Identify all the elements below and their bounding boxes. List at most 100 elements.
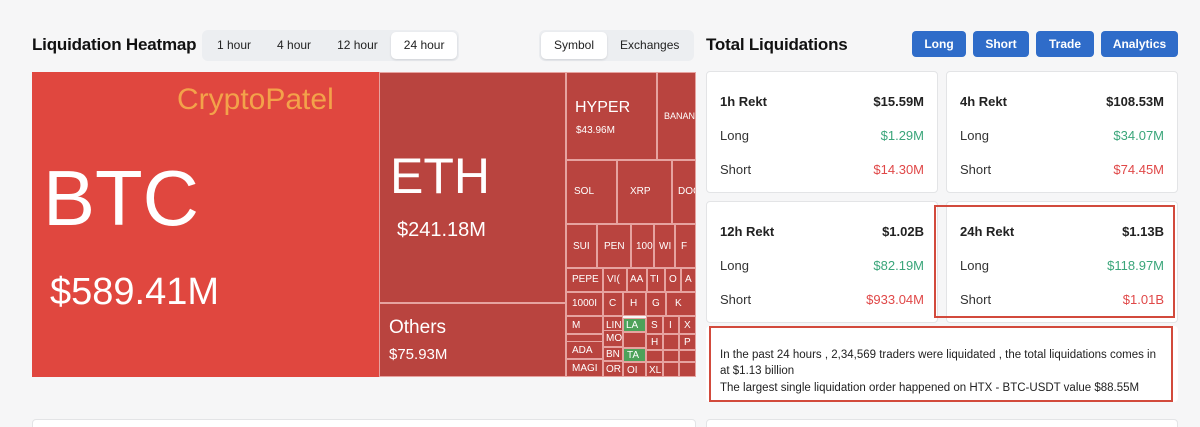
tile-label: XRP bbox=[630, 186, 651, 197]
tile-ada[interactable]: ADA bbox=[566, 341, 603, 359]
tile-label: O bbox=[669, 274, 677, 285]
timeframe-24h[interactable]: 24 hour bbox=[390, 32, 458, 59]
tile-ti[interactable]: TI bbox=[647, 268, 665, 292]
tile-btc-symbol: BTC bbox=[43, 154, 199, 242]
tile-banana[interactable]: BANAN bbox=[657, 72, 696, 160]
tile-label: WI bbox=[659, 241, 672, 252]
tile-magic[interactable]: MAGI bbox=[566, 359, 603, 377]
tile-others-symbol: Others bbox=[389, 317, 447, 338]
tile-btc[interactable]: CryptoPatel BTC $589.41M bbox=[32, 72, 379, 377]
rekt-card-4h: 4h Rekt $108.53M Long $34.07M Short $74.… bbox=[946, 71, 1178, 193]
tile-sol[interactable]: SOL bbox=[566, 160, 617, 224]
tile-p[interactable]: P bbox=[679, 334, 696, 350]
view-exchanges[interactable]: Exchanges bbox=[607, 32, 692, 59]
tile-eth[interactable]: ETH $241.18M bbox=[379, 72, 566, 303]
tile-ol[interactable]: OI bbox=[623, 362, 646, 377]
tile-label: MAGI bbox=[572, 363, 598, 374]
tile-hyper[interactable]: HYPER $43.96M bbox=[566, 72, 657, 160]
timeframe-12h[interactable]: 12 hour bbox=[324, 32, 391, 59]
trade-button[interactable]: Trade bbox=[1036, 31, 1094, 57]
tile-or[interactable]: OR bbox=[603, 361, 623, 377]
tile-small[interactable] bbox=[663, 350, 679, 362]
tile-wif[interactable]: WI bbox=[654, 224, 675, 268]
tile-small[interactable] bbox=[679, 350, 696, 362]
tile-pepe[interactable]: PEPE bbox=[566, 268, 603, 292]
tile-small[interactable] bbox=[663, 362, 679, 377]
tile-label: TA bbox=[627, 350, 640, 361]
tile-label: K bbox=[675, 298, 682, 309]
tile-h2[interactable]: H bbox=[646, 334, 663, 350]
card-long-row: Long $82.19M bbox=[720, 258, 924, 273]
tile-la[interactable]: LA bbox=[623, 318, 646, 332]
card-long-row: Long $1.29M bbox=[720, 128, 924, 143]
tile-ta[interactable]: TA bbox=[623, 348, 646, 362]
tile-label: I bbox=[669, 320, 672, 331]
tile-h[interactable]: H bbox=[623, 292, 646, 316]
long-value: $1.29M bbox=[880, 128, 924, 143]
tile-xl[interactable]: XL bbox=[646, 362, 663, 377]
tile-1000[interactable]: 100 bbox=[631, 224, 654, 268]
short-label: Short bbox=[960, 162, 992, 177]
tile-label: H bbox=[630, 298, 638, 309]
tile-label: ADA bbox=[572, 345, 593, 356]
tile-pengu[interactable]: PEN bbox=[597, 224, 631, 268]
tile-f[interactable]: F bbox=[675, 224, 696, 268]
tile-label: AA bbox=[630, 274, 644, 285]
short-label: Short bbox=[720, 162, 752, 177]
timeframe-4h[interactable]: 4 hour bbox=[264, 32, 324, 59]
card-short-row: Short $14.30M bbox=[720, 162, 924, 177]
tile-c[interactable]: C bbox=[603, 292, 623, 316]
tile-k[interactable]: K bbox=[666, 292, 696, 316]
tile-virtual[interactable]: VI( bbox=[603, 268, 627, 292]
view-selector: Symbol Exchanges bbox=[539, 30, 695, 61]
long-button[interactable]: Long bbox=[912, 31, 966, 57]
card-total: $108.53M bbox=[1106, 94, 1164, 109]
tile-others[interactable]: Others $75.93M bbox=[379, 303, 566, 377]
heatmap-title: Liquidation Heatmap bbox=[32, 35, 197, 54]
view-symbol[interactable]: Symbol bbox=[541, 32, 608, 59]
tile-doge[interactable]: DOG bbox=[672, 160, 696, 224]
tile-xrp[interactable]: XRP bbox=[617, 160, 672, 224]
page: Liquidation Heatmap 1 hour 4 hour 12 hou… bbox=[0, 0, 1200, 427]
analytics-button[interactable]: Analytics bbox=[1101, 31, 1178, 57]
summary-line-1: In the past 24 hours , 2,34,569 traders … bbox=[720, 349, 1156, 377]
tile-label: X bbox=[684, 320, 691, 331]
long-value: $34.07M bbox=[1113, 128, 1164, 143]
tile-aave[interactable]: AA bbox=[627, 268, 647, 292]
liquidations-title: Total Liquidations bbox=[706, 35, 848, 54]
tile-o[interactable]: O bbox=[665, 268, 681, 292]
timeframe-1h[interactable]: 1 hour bbox=[204, 32, 264, 59]
card-total: $15.59M bbox=[873, 94, 924, 109]
tile-small[interactable] bbox=[679, 362, 696, 377]
tile-eth-value: $241.18M bbox=[397, 219, 486, 241]
tile-x[interactable]: X bbox=[679, 316, 696, 334]
card-header-row: 1h Rekt $15.59M bbox=[720, 94, 924, 109]
tile-label: PEPE bbox=[572, 274, 599, 285]
tile-i[interactable]: I bbox=[663, 316, 679, 334]
tile-g[interactable]: G bbox=[646, 292, 666, 316]
card-total: $1.02B bbox=[882, 224, 924, 239]
tile-bnb[interactable]: BN bbox=[603, 347, 623, 361]
tile-label: C bbox=[609, 298, 617, 309]
tile-label: H bbox=[651, 337, 659, 348]
short-button[interactable]: Short bbox=[973, 31, 1029, 57]
tile-sui[interactable]: SUI bbox=[566, 224, 597, 268]
tile-a[interactable]: A bbox=[681, 268, 696, 292]
card-short-row: Short $933.04M bbox=[720, 292, 924, 307]
tile-small[interactable] bbox=[663, 334, 679, 350]
tile-mo[interactable]: MO bbox=[603, 330, 623, 347]
tile-small[interactable] bbox=[623, 332, 646, 348]
tile-label: F bbox=[681, 241, 688, 252]
card-short-row: Short $74.45M bbox=[960, 162, 1164, 177]
rekt-card-12h: 12h Rekt $1.02B Long $82.19M Short $933.… bbox=[706, 201, 938, 323]
long-label: Long bbox=[960, 128, 989, 143]
card-label: 1h Rekt bbox=[720, 94, 767, 109]
tile-1000x[interactable]: 1000I bbox=[566, 292, 603, 316]
tile-label: 1000I bbox=[572, 298, 598, 309]
tile-label: LA bbox=[626, 320, 639, 331]
tile-small[interactable] bbox=[646, 350, 663, 362]
long-label: Long bbox=[720, 128, 749, 143]
tile-m[interactable]: M bbox=[566, 316, 603, 334]
tile-label: A bbox=[685, 274, 692, 285]
tile-s[interactable]: S bbox=[646, 316, 663, 334]
